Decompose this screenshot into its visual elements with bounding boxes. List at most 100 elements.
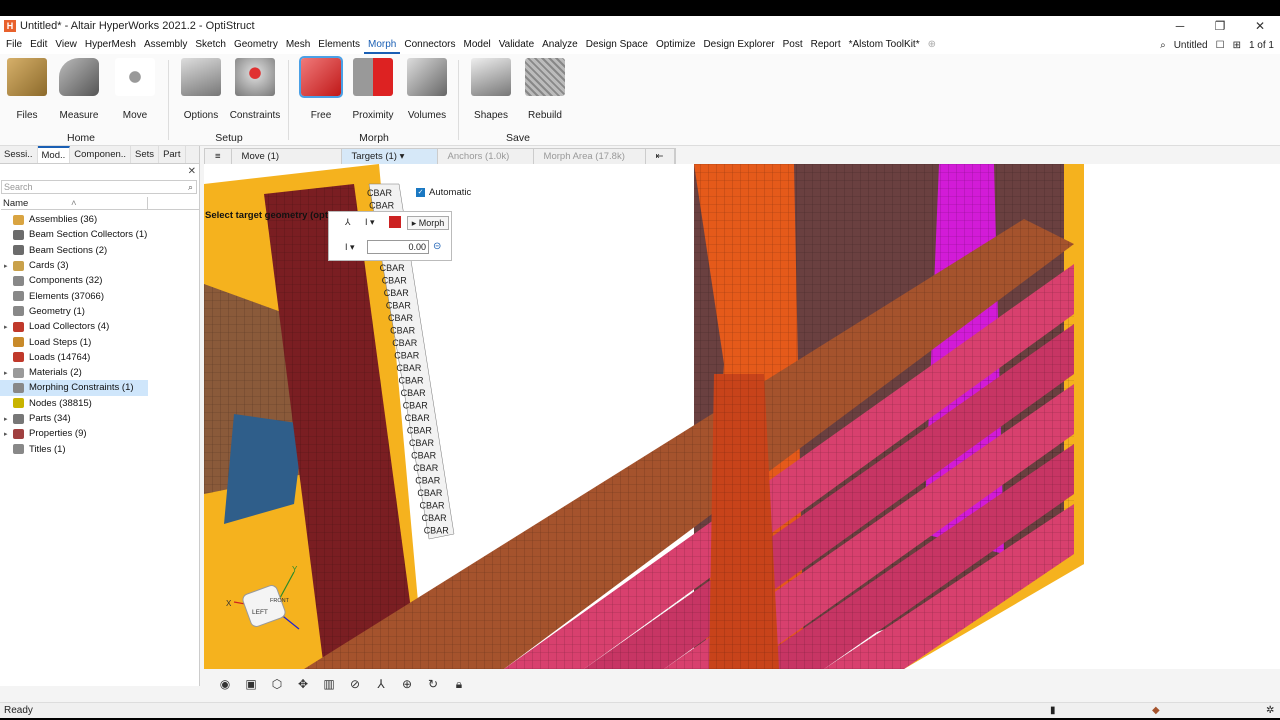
sort-icon[interactable]: ˄ [71, 197, 77, 210]
checkbox-checked-icon[interactable]: ✓ [416, 188, 425, 197]
search-input[interactable]: Search ⌕ [1, 180, 197, 194]
menu-morph[interactable]: Morph [363, 37, 401, 54]
constraints-tool[interactable]: Constraints [228, 58, 282, 121]
page-icon[interactable]: ☐ [1216, 40, 1225, 51]
proximity-tool[interactable]: Proximity [346, 58, 400, 121]
settings-icon[interactable]: ✲ [1266, 703, 1274, 719]
close-button[interactable]: ✕ [1240, 16, 1280, 36]
targets-selector[interactable]: Targets (1) ▾ [341, 149, 438, 164]
tab-session[interactable]: Sessi.. [0, 146, 38, 163]
morph-value-input[interactable]: 0.00 [367, 240, 429, 254]
expand-arrow-icon[interactable]: ▸ [4, 262, 13, 270]
search-icon[interactable]: ⌕ [188, 181, 193, 193]
zoom-icon[interactable]: ⊕ [398, 676, 416, 692]
tree-item[interactable]: Beam Section Collectors (1) [0, 227, 198, 242]
tree-item[interactable]: Elements (37066) [0, 288, 198, 303]
menu-analyze[interactable]: Analyze [538, 36, 582, 54]
menu-alstom-toolkit[interactable]: *Alstom ToolKit* [845, 36, 924, 54]
menu-validate[interactable]: Validate [495, 36, 538, 54]
dimension-dropdown-icon[interactable]: I ▾ [365, 217, 375, 228]
mode-icon[interactable]: ⅄ [345, 217, 351, 228]
tab-sets[interactable]: Sets [131, 146, 160, 163]
menu-mesh[interactable]: Mesh [282, 36, 314, 54]
column-divider[interactable] [147, 197, 199, 210]
tree-item[interactable]: Load Steps (1) [0, 334, 198, 349]
menu-report[interactable]: Report [807, 36, 845, 54]
add-page-icon[interactable]: ⊞ [1233, 40, 1241, 51]
rebuild-tool[interactable]: Rebuild [518, 58, 572, 121]
volumes-tool[interactable]: Volumes [400, 58, 454, 121]
expand-arrow-icon[interactable]: ▸ [4, 430, 13, 438]
tree-item[interactable]: ▸ Cards (3) [0, 258, 198, 273]
search-icon[interactable]: ⌕ [1160, 40, 1166, 51]
tree-item[interactable]: ▸ Materials (2) [0, 365, 198, 380]
tree-item[interactable]: Assemblies (36) [0, 212, 198, 227]
files-tool[interactable]: Files [0, 58, 54, 121]
morph-button[interactable]: ▸ Morph [407, 216, 449, 230]
tree-item[interactable]: Loads (14764) [0, 350, 198, 365]
close-panel-icon[interactable]: ✕ [188, 166, 196, 177]
axis-icon[interactable]: ⅄ [372, 676, 390, 692]
cube-icon[interactable] [389, 216, 401, 228]
tree-item[interactable]: ▸ Load Collectors (4) [0, 319, 198, 334]
expand-arrow-icon[interactable]: ▸ [4, 323, 13, 331]
visibility-icon[interactable]: ◉ [216, 676, 234, 692]
maximize-button[interactable]: ❐ [1200, 16, 1240, 36]
status-material-icon[interactable]: ◆ [1152, 703, 1160, 719]
menu-post[interactable]: Post [779, 36, 807, 54]
tree-item[interactable]: Components (32) [0, 273, 198, 288]
display-icon[interactable]: ⬡ [268, 676, 286, 692]
anchors-selector[interactable]: Anchors (1.0k) [438, 149, 534, 164]
tree-item[interactable]: Titles (1) [0, 441, 198, 456]
menu-edit[interactable]: Edit [26, 36, 51, 54]
free-tool[interactable]: Free [294, 56, 348, 121]
name-column-header[interactable]: Name [3, 198, 28, 209]
menu-view[interactable]: View [51, 36, 81, 54]
menu-optimize[interactable]: Optimize [652, 36, 699, 54]
menu-file[interactable]: File [2, 36, 26, 54]
options-tool[interactable]: Options [174, 58, 228, 121]
tab-components[interactable]: Componen.. [70, 146, 132, 163]
automatic-checkbox[interactable]: ✓ Automatic [416, 187, 471, 198]
transform-icon[interactable]: ✥ [294, 676, 312, 692]
cbar-label: CBAR [413, 463, 439, 473]
ribbon-group-home: Files Measure Move Home [0, 54, 162, 146]
tree-item[interactable]: Nodes (38815) [0, 396, 198, 411]
tree-item[interactable]: Beam Sections (2) [0, 243, 198, 258]
menu-connectors[interactable]: Connectors [400, 36, 459, 54]
tree-item[interactable]: Morphing Constraints (1) [0, 380, 148, 396]
rotate-icon[interactable]: ↻ [424, 676, 442, 692]
collapse-icon[interactable]: ⇤ [646, 149, 675, 164]
reverse-icon[interactable]: ⊝ [433, 241, 441, 252]
menu-assembly[interactable]: Assembly [140, 36, 191, 54]
shapes-tool[interactable]: Shapes [464, 58, 518, 121]
section-icon[interactable]: ⊘ [346, 676, 364, 692]
lock-icon[interactable]: 🔒︎ [450, 676, 468, 692]
menu-design-space[interactable]: Design Space [582, 36, 652, 54]
add-ribbon-icon[interactable]: ⊕ [924, 36, 940, 54]
move-selector[interactable]: Move (1) [232, 149, 342, 164]
tree-item[interactable]: Geometry (1) [0, 304, 198, 319]
distance-dropdown-icon[interactable]: I ▾ [345, 242, 355, 253]
minimize-button[interactable]: ─ [1160, 16, 1200, 36]
move-tool[interactable]: Move [108, 58, 162, 121]
tree-item[interactable]: ▸ Parts (34) [0, 411, 198, 426]
menu-geometry[interactable]: Geometry [230, 36, 282, 54]
menu-hypermesh[interactable]: HyperMesh [81, 36, 140, 54]
tree-item[interactable]: ▸ Properties (9) [0, 426, 198, 441]
status-component-icon[interactable]: ▮ [1050, 703, 1056, 719]
cube-view-icon[interactable]: ▥ [320, 676, 338, 692]
session-dropdown[interactable]: Untitled [1174, 40, 1208, 51]
expand-arrow-icon[interactable]: ▸ [4, 369, 13, 377]
tab-model[interactable]: Mod.. [37, 146, 71, 163]
morph-area-selector[interactable]: Morph Area (17.8k) [534, 149, 646, 164]
menu-design-explorer[interactable]: Design Explorer [699, 36, 778, 54]
tab-parts[interactable]: Part [159, 146, 186, 163]
menu-elements[interactable]: Elements [314, 36, 364, 54]
menu-sketch[interactable]: Sketch [191, 36, 230, 54]
expand-arrow-icon[interactable]: ▸ [4, 415, 13, 423]
menu-model[interactable]: Model [459, 36, 494, 54]
measure-tool[interactable]: Measure [52, 58, 106, 121]
components-icon[interactable]: ▣ [242, 676, 260, 692]
menu-icon[interactable]: ≡ [205, 149, 232, 164]
